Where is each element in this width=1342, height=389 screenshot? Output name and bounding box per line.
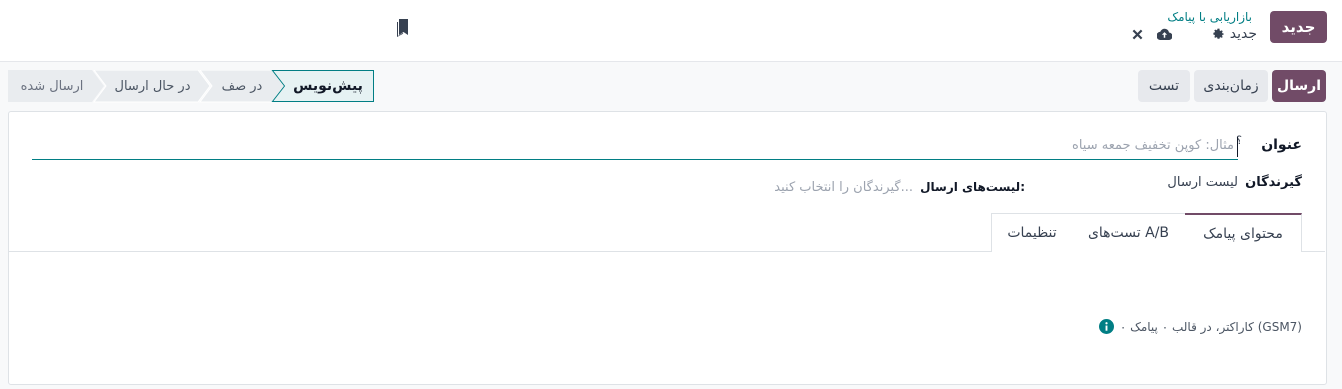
bookmark-icon[interactable] (395, 18, 411, 38)
tab-sms-content[interactable]: محتوای پیامک (1184, 213, 1302, 252)
tab-ab-tests[interactable]: تست‌های A/B (1071, 213, 1185, 252)
recipients-select[interactable]: لیست ارسال (1167, 175, 1238, 190)
recipients-label: گیرندگان (1245, 175, 1302, 190)
cloud-upload-icon[interactable] (1156, 27, 1172, 41)
sms-info: ۰ کاراکتر، در قالب ۰ پیامک (GSM7) (1098, 319, 1302, 334)
title-label: عنوان (1261, 137, 1302, 153)
mailing-lists-label: لیست‌های ارسال: (920, 180, 1025, 194)
record-name: جدید (1212, 26, 1257, 42)
stage-sending[interactable]: در حال ارسال (105, 70, 200, 102)
sms-info-text: ۰ کاراکتر، در قالب ۰ پیامک (GSM7) (1119, 319, 1302, 334)
mailing-lists-input[interactable]: گیرندگان را انتخاب کنید... (774, 180, 913, 195)
record-name-text: جدید (1229, 26, 1257, 42)
tab-settings[interactable]: تنظیمات (991, 213, 1072, 252)
stage-queue[interactable]: در صف (212, 70, 272, 102)
send-button[interactable]: ارسال (1272, 70, 1326, 102)
close-icon[interactable] (1131, 28, 1144, 41)
test-button[interactable]: تست (1138, 70, 1190, 102)
breadcrumb-app-link[interactable]: بازاریابی با پیامک (1167, 10, 1252, 24)
schedule-button[interactable]: زمان‌بندی (1194, 70, 1268, 102)
new-button[interactable]: جدید (1270, 11, 1327, 43)
text-cursor (1237, 137, 1238, 157)
title-input[interactable]: مثال: کوپن تخفیف جمعه سیاه (32, 135, 1238, 160)
gear-icon[interactable] (1212, 28, 1225, 41)
title-input-placeholder: مثال: کوپن تخفیف جمعه سیاه (1072, 138, 1234, 153)
stage-draft[interactable]: پیش‌نویس (285, 70, 371, 102)
stage-sent[interactable]: ارسال شده (12, 70, 92, 102)
info-icon[interactable] (1098, 319, 1114, 334)
